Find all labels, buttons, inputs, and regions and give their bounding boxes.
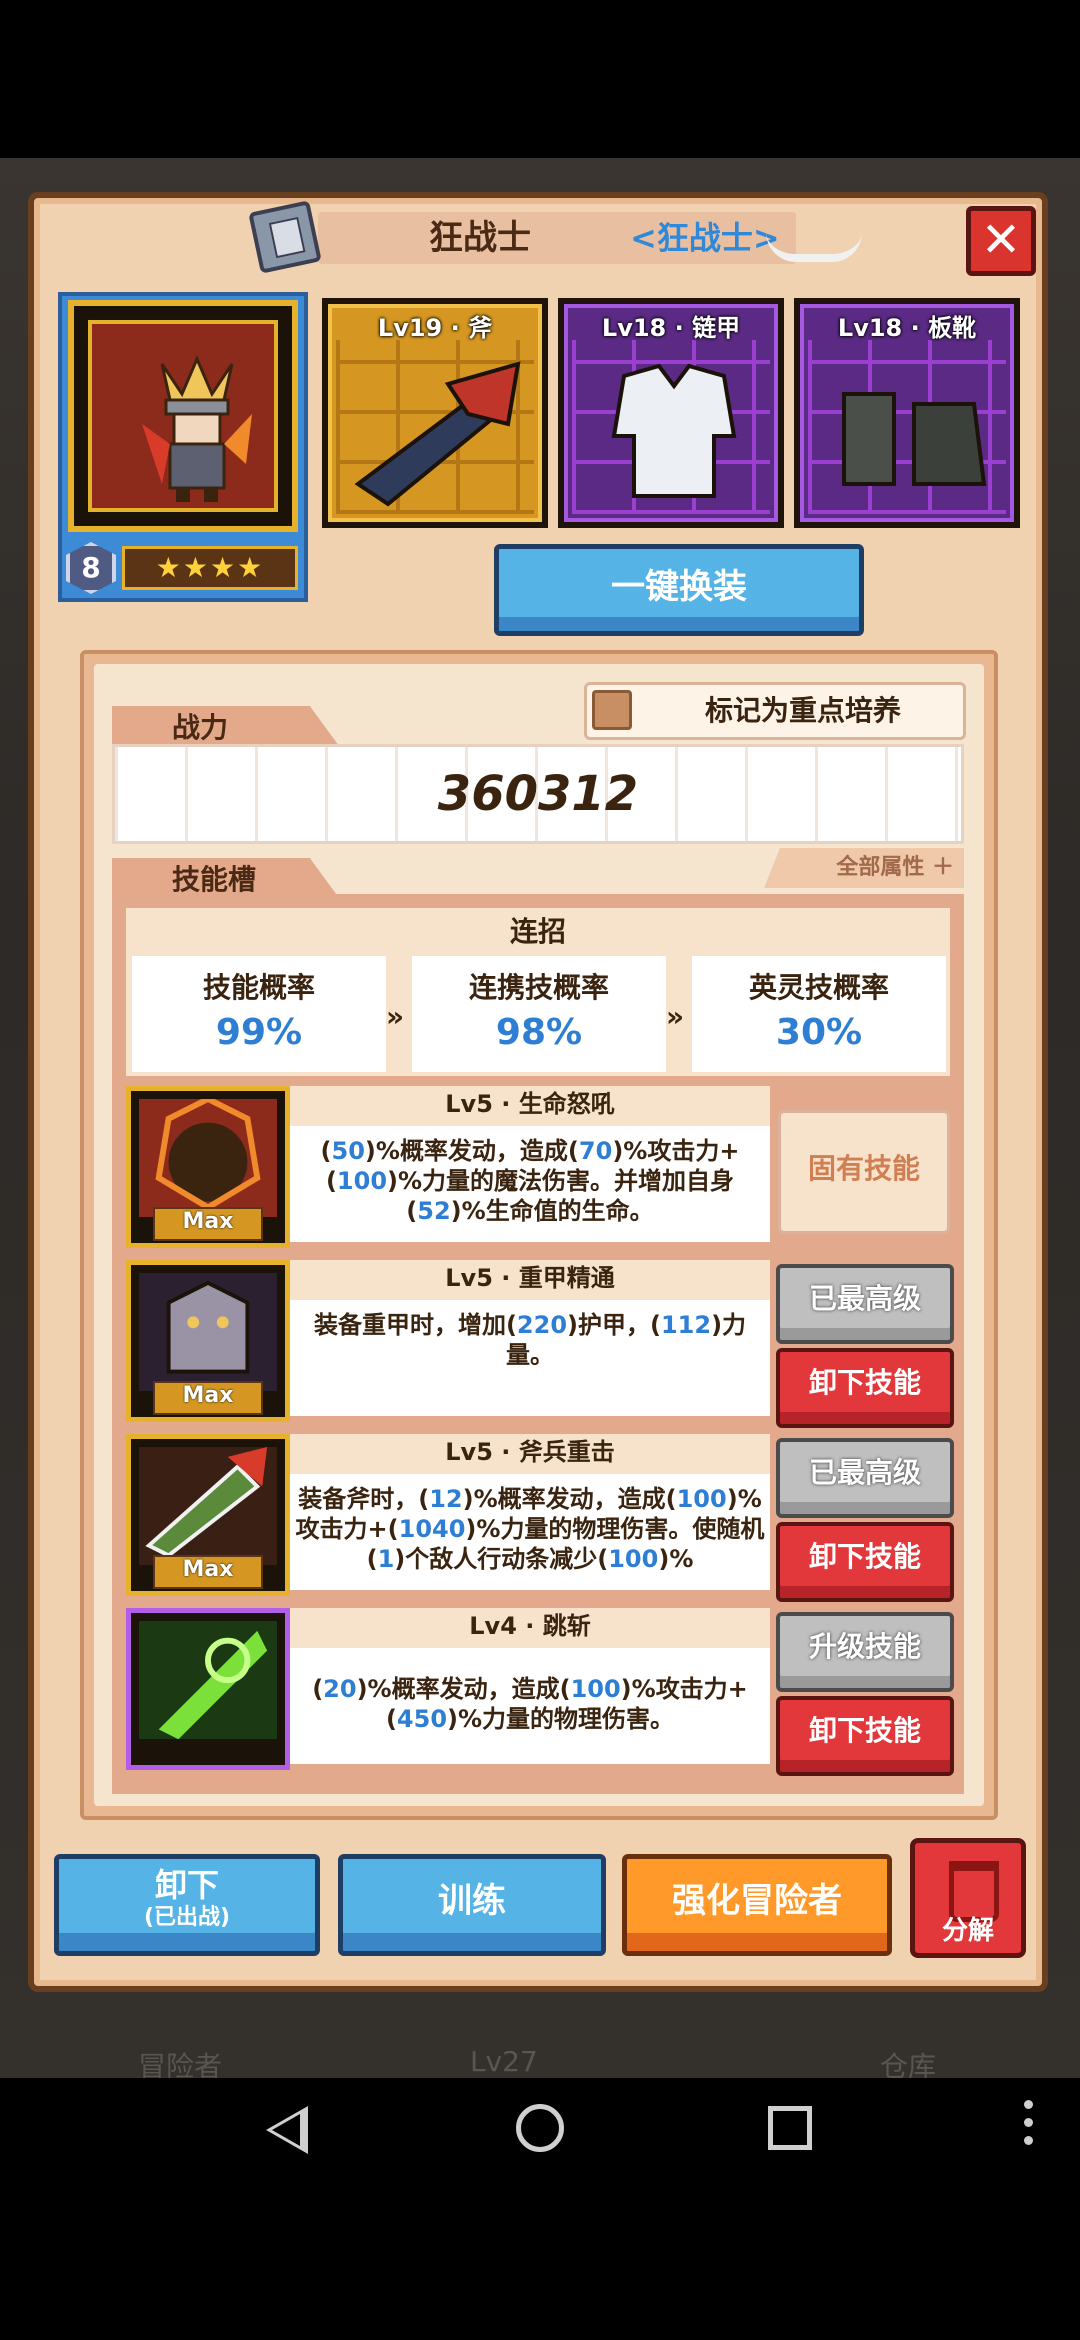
unequip-skill-button[interactable]: 卸下技能	[776, 1348, 954, 1428]
combo-chain-rate: 连携技概率 98%	[412, 956, 666, 1072]
equip-weapon-label: Lv19 · 斧	[377, 314, 493, 342]
skill-icon-frame[interactable]	[126, 1608, 290, 1770]
all-attributes-button[interactable]: 全部属性 ＋	[764, 848, 964, 888]
max-level-button[interactable]: 已最高级	[776, 1438, 954, 1518]
combo-title: 连招	[509, 915, 566, 948]
inherent-skill-button[interactable]: 固有技能	[778, 1110, 950, 1234]
skill-icon-frame[interactable]: Max	[126, 1434, 290, 1596]
skill-row: Max Lv5 · 斧兵重击 装备斧时，(12)%概率发动，造成(100)%攻击…	[126, 1434, 954, 1602]
close-button[interactable]: ✕	[966, 206, 1036, 276]
back-icon[interactable]	[266, 2106, 308, 2154]
heavy-armor-skill-icon	[139, 1273, 277, 1392]
skill-row: Lv4 · 跳斩 (20)%概率发动，造成(100)%攻击力+(450)%力量的…	[126, 1608, 954, 1776]
unequip-label: 卸下	[154, 1866, 219, 1904]
focus-checkbox[interactable]	[592, 690, 632, 730]
combo-chain-rate-label: 连携技概率	[468, 971, 609, 1004]
skill-max-badge: Max	[153, 1555, 263, 1589]
one-click-equip-button[interactable]: 一键换装	[494, 544, 864, 636]
unequip-skill-button[interactable]: 卸下技能	[776, 1696, 954, 1776]
skill-title: Lv4 · 跳斩	[290, 1608, 770, 1648]
hero-class-label: <狂战士>	[630, 219, 780, 257]
hero-name: 狂战士	[429, 218, 531, 258]
max-level-button[interactable]: 已最高级	[776, 1264, 954, 1344]
skill-max-badge: Max	[153, 1207, 263, 1241]
roar-skill-icon	[139, 1099, 277, 1218]
combo-skill-rate-label: 技能概率	[202, 971, 315, 1004]
axe-icon	[354, 361, 521, 507]
axe-strike-skill-icon	[139, 1447, 277, 1566]
skill-title: Lv5 · 生命怒吼	[290, 1086, 770, 1126]
skill-description: 装备重甲时，增加(220)护甲，(112)力量。	[313, 1311, 747, 1369]
chainmail-icon	[611, 363, 737, 498]
combo-arrow-icon: »	[666, 1000, 685, 1033]
close-icon: ✕	[980, 212, 1022, 268]
skill-icon-frame[interactable]: Max	[126, 1260, 290, 1422]
upgrade-skill-button[interactable]: 升级技能	[776, 1612, 954, 1692]
skill-description: 装备斧时，(12)%概率发动，造成(100)%攻击力+(1040)%力量的物理伤…	[295, 1485, 765, 1573]
leap-slash-skill-icon	[139, 1621, 277, 1740]
unequip-skill-button[interactable]: 卸下技能	[776, 1522, 954, 1602]
decompose-label: 分解	[941, 1916, 994, 1946]
rename-icon[interactable]	[248, 200, 322, 274]
decompose-button[interactable]: 分解	[910, 1838, 1026, 1958]
boots-icon	[842, 392, 987, 486]
skill-title: Lv5 · 斧兵重击	[290, 1434, 770, 1474]
combo-spirit-rate: 英灵技概率 30%	[692, 956, 946, 1072]
combo-spirit-rate-label: 英灵技概率	[748, 971, 889, 1004]
combo-arrow-icon: »	[386, 1000, 405, 1033]
equip-boots-label: Lv18 · 板靴	[837, 314, 977, 342]
title-decoration	[766, 232, 862, 262]
skill-description: (20)%概率发动，造成(100)%攻击力+(450)%力量的物理伤害。	[312, 1675, 748, 1733]
combo-skill-rate-value: 99%	[215, 1012, 303, 1053]
hero-sprite-icon	[142, 355, 252, 502]
unequip-hero-button[interactable]: 卸下 (已出战)	[54, 1854, 320, 1956]
unequip-sublabel: (已出战)	[143, 1905, 231, 1930]
bg-level-text: Lv27	[470, 2045, 538, 2078]
skill-row: Max Lv5 · 生命怒吼 (50)%概率发动，造成(70)%攻击力+(100…	[126, 1086, 950, 1252]
skill-icon-frame[interactable]: Max	[126, 1086, 290, 1248]
recent-apps-icon[interactable]	[768, 2106, 812, 2150]
skill-row: Max Lv5 · 重甲精通 装备重甲时，增加(220)护甲，(112)力量。 …	[126, 1260, 954, 1428]
hero-star-rating: ★★★★	[122, 546, 298, 590]
equip-slot-weapon[interactable]: Lv19 · 斧	[322, 298, 548, 528]
power-value: 360312	[437, 766, 639, 822]
skill-title: Lv5 · 重甲精通	[290, 1260, 770, 1300]
equip-slot-armor[interactable]: Lv18 · 链甲	[558, 298, 784, 528]
skill-max-badge: Max	[153, 1381, 263, 1415]
combo-chain-rate-value: 98%	[495, 1012, 583, 1053]
combo-skill-rate: 技能概率 99%	[132, 956, 386, 1072]
enhance-adventurer-button[interactable]: 强化冒险者	[622, 1854, 892, 1956]
equip-armor-label: Lv18 · 链甲	[601, 314, 741, 342]
focus-training-label: 标记为重点培养	[704, 694, 901, 727]
skill-description: (50)%概率发动，造成(70)%攻击力+(100)%力量的魔法伤害。并增加自身…	[320, 1137, 740, 1225]
train-button[interactable]: 训练	[338, 1854, 606, 1956]
more-options-icon[interactable]	[1024, 2100, 1034, 2156]
home-icon[interactable]	[516, 2104, 564, 2152]
equip-slot-boots[interactable]: Lv18 · 板靴	[794, 298, 1020, 528]
hero-portrait	[68, 300, 298, 532]
combo-spirit-rate-value: 30%	[775, 1012, 863, 1053]
